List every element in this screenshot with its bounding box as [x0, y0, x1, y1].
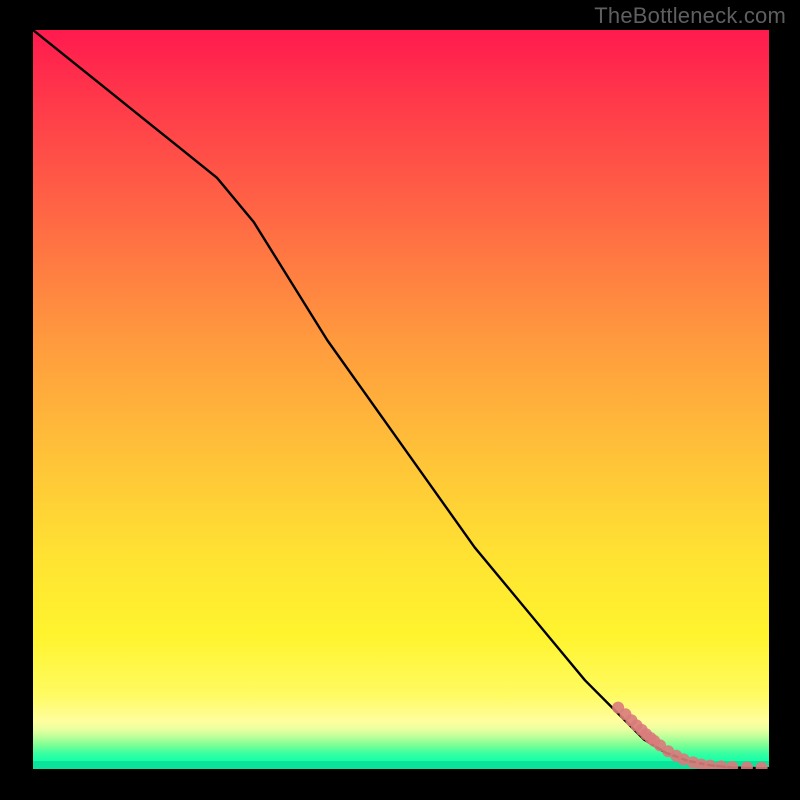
highlight-point — [741, 761, 753, 769]
plot-area — [33, 30, 769, 769]
highlight-point — [715, 760, 727, 769]
chart-stage: TheBottleneck.com — [0, 0, 800, 800]
highlight-point — [756, 762, 768, 769]
chart-overlay — [33, 30, 769, 769]
highlight-points — [612, 702, 768, 769]
bottleneck-curve — [33, 30, 769, 768]
highlight-point — [726, 761, 738, 769]
watermark-text: TheBottleneck.com — [594, 3, 786, 29]
